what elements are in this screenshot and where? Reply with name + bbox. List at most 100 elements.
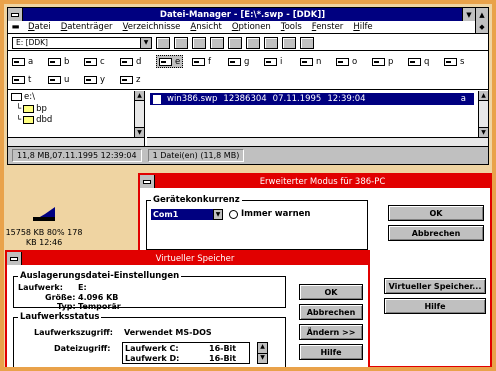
help-button[interactable]: Hilfe (384, 298, 486, 314)
tree-item-bp[interactable]: └ bp (8, 103, 144, 115)
drive-e[interactable]: e (156, 55, 184, 68)
disk-meter-icon[interactable] (33, 205, 55, 221)
file-access-row[interactable]: Laufwerk C: 16-Bit (123, 343, 249, 353)
drive-letter: f (208, 56, 211, 67)
drive-letter: t (28, 74, 32, 85)
restore-child-button[interactable]: ◆ (475, 21, 488, 33)
tree-item-label: dbd (36, 115, 53, 125)
drive-i[interactable]: i (264, 55, 282, 68)
chevron-down-icon[interactable]: ▼ (213, 209, 223, 220)
connect-drive-icon[interactable] (156, 36, 170, 49)
tree-vertical-scrollbar[interactable]: ▲ ▼ (134, 91, 144, 137)
port-value: Com1 (153, 210, 179, 219)
virtual-memory-dialog: Virtueller Speicher Auslagerungsdatei-Ei… (5, 250, 370, 370)
file-vertical-scrollbar[interactable]: ▲ ▼ (478, 91, 488, 137)
dialog-titlebar[interactable]: Erweiterter Modus für 386-PC (140, 175, 490, 188)
file-manager-titlebar[interactable]: Datei-Manager - [E:\*.swp - [DDK]] ▼ ▲ (8, 8, 488, 21)
file-list: win386.swp 12386304 07.11.1995 12:39:04 … (147, 91, 488, 147)
drive-icon (120, 75, 133, 84)
system-menu-button[interactable] (140, 175, 155, 188)
scroll-down-icon[interactable]: ▼ (479, 127, 488, 137)
drive-a[interactable]: a (12, 55, 33, 68)
list-view-icon[interactable] (210, 36, 224, 49)
drive-q[interactable]: q (408, 55, 429, 68)
scroll-up-icon[interactable]: ▲ (135, 91, 144, 101)
drive-y[interactable]: y (84, 73, 105, 86)
drive-b[interactable]: b (48, 55, 69, 68)
drive-p[interactable]: p (372, 55, 393, 68)
vm-cancel-button[interactable]: Abbrechen (299, 304, 363, 320)
menu-tools[interactable]: Tools (276, 22, 307, 32)
details-view-icon[interactable] (228, 36, 242, 49)
tree-item-root[interactable]: e:\ (8, 91, 144, 103)
drive-f[interactable]: f (192, 55, 211, 68)
drive-access-value: Verwendet MS-DOS (124, 328, 212, 337)
ok-button[interactable]: OK (388, 205, 484, 221)
cancel-button[interactable]: Abbrechen (388, 225, 484, 241)
drive-access-label: Laufwerkszugriff: (34, 328, 113, 337)
drive-icon (120, 57, 133, 66)
drive-t[interactable]: t (12, 73, 31, 86)
scroll-down-icon[interactable]: ▼ (135, 127, 144, 137)
drive-n[interactable]: n (300, 55, 321, 68)
disconnect-drive-icon[interactable] (174, 36, 188, 49)
always-warn-radio[interactable]: Immer warnen (229, 209, 310, 219)
menu-fenster[interactable]: Fenster (307, 22, 349, 32)
drive-o[interactable]: o (336, 55, 357, 68)
drive-label: Laufwerk: (18, 283, 63, 292)
menu-hilfe[interactable]: Hilfe (348, 22, 377, 32)
drive-icon (300, 57, 313, 66)
folder-icon (23, 105, 35, 113)
port-listbox[interactable]: Com1 ▼ (151, 209, 223, 220)
tree-item-dbd[interactable]: └ dbd (8, 115, 144, 125)
chevron-down-icon[interactable]: ▼ (140, 37, 151, 48)
maximize-button[interactable]: ▲ (475, 8, 488, 21)
drive-c[interactable]: c (84, 55, 105, 68)
directory-tree: e:\ └ bp └ dbd ▲ ▼ (8, 91, 145, 147)
menu-optionen[interactable]: Optionen (227, 22, 276, 32)
vm-change-button[interactable]: Ändern >> (299, 324, 363, 340)
drive-select[interactable]: E: [DDK] ▼ (12, 36, 152, 49)
virtual-memory-button[interactable]: Virtueller Speicher... (384, 278, 486, 294)
file-access-drive: Laufwerk C: (125, 343, 179, 353)
tree-item-label: bp (36, 104, 47, 114)
vm-help-button[interactable]: Hilfe (299, 344, 363, 360)
type-label: Typ: (57, 302, 76, 311)
file-time: 12:39:04 (327, 94, 366, 104)
menu-ansicht[interactable]: Ansicht (185, 22, 226, 32)
file-access-spinner[interactable]: ▲ ▼ (257, 342, 268, 364)
sort-type-icon[interactable] (264, 36, 278, 49)
drive-g[interactable]: g (228, 55, 249, 68)
system-menu-button[interactable] (7, 252, 22, 265)
toolbar: E: [DDK] ▼ (8, 35, 488, 51)
spin-down-icon[interactable]: ▼ (258, 354, 267, 364)
menu-datei[interactable]: Datei (23, 22, 56, 32)
drive-icon (12, 75, 25, 84)
drive-s[interactable]: s (444, 55, 464, 68)
file-row-selected[interactable]: win386.swp 12386304 07.11.1995 12:39:04 … (150, 93, 474, 105)
sort-size-icon[interactable] (282, 36, 296, 49)
radio-circle-icon[interactable] (229, 209, 238, 219)
child-system-menu-icon[interactable]: ▬ (8, 22, 23, 32)
menu-datentraeger[interactable]: Datenträger (56, 22, 118, 32)
drive-d[interactable]: d (120, 55, 141, 68)
sort-date-icon[interactable] (300, 36, 314, 49)
drive-z[interactable]: z (120, 73, 140, 86)
drive-icon (408, 57, 421, 66)
tree-line-icon: └ (16, 104, 22, 114)
minimize-button[interactable]: ▼ (462, 8, 475, 21)
dialog-titlebar[interactable]: Virtueller Speicher (7, 252, 368, 265)
file-access-row[interactable]: Laufwerk D: 16-Bit (123, 353, 249, 363)
sort-name-icon[interactable] (246, 36, 260, 49)
large-icons-icon[interactable] (192, 36, 206, 49)
drive-u[interactable]: u (48, 73, 69, 86)
scroll-up-icon[interactable]: ▲ (479, 91, 488, 101)
icon-label-line: 15758 KB 80% 178 (5, 228, 83, 237)
system-menu-button[interactable] (8, 8, 23, 21)
status-count: 1 Datei(en) (11,8 MB) (147, 149, 245, 162)
file-access-list[interactable]: Laufwerk C: 16-Bit Laufwerk D: 16-Bit (122, 342, 250, 364)
drive-letter: z (136, 74, 141, 85)
menu-verzeichnisse[interactable]: Verzeichnisse (118, 22, 186, 32)
vm-ok-button[interactable]: OK (299, 284, 363, 300)
spin-up-icon[interactable]: ▲ (258, 343, 267, 354)
